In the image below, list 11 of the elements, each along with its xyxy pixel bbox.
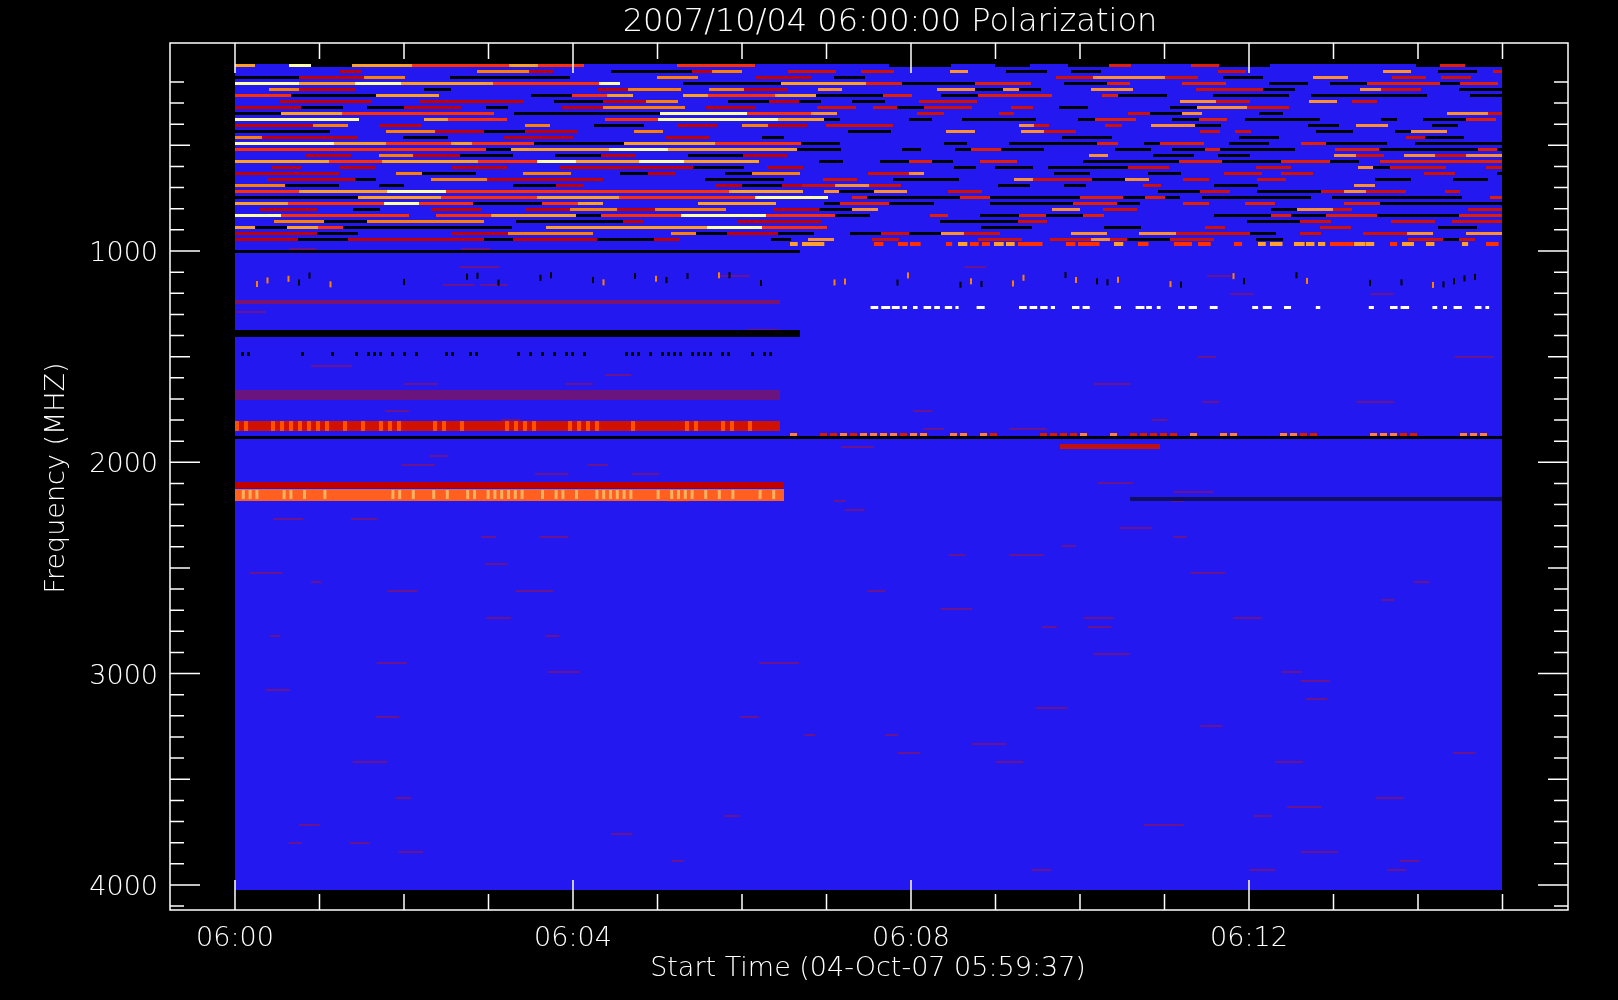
x-tick-label: 06:04 <box>534 921 612 952</box>
chart-title: 2007/10/04 06:00:00 Polarization <box>622 1 1158 39</box>
y-tick-label: 1000 <box>89 236 158 267</box>
x-tick-label: 06:12 <box>1210 921 1288 952</box>
x-tick-label: 06:00 <box>196 921 274 952</box>
y-tick-label: 2000 <box>89 447 158 479</box>
x-tick-label: 06:08 <box>872 921 950 952</box>
x-axis-label: Start Time (04-Oct-07 05:59:37) <box>650 951 1086 982</box>
y-tick-label: 3000 <box>89 658 158 690</box>
y-axis-label: Frequency (MHZ) <box>39 362 70 594</box>
y-tick-label: 4000 <box>89 869 158 901</box>
